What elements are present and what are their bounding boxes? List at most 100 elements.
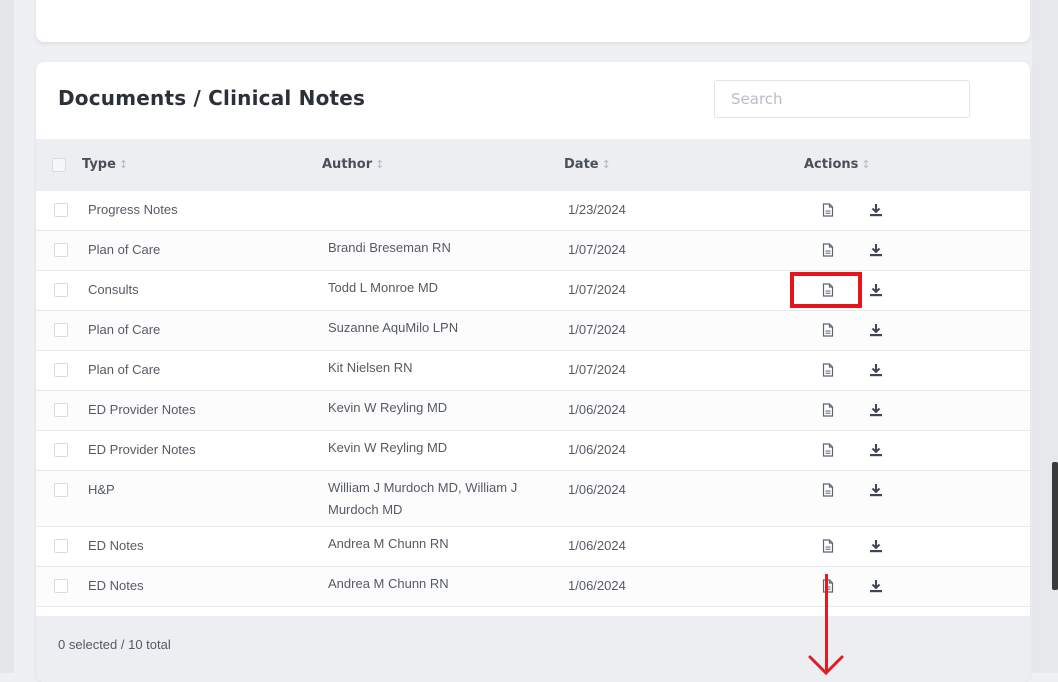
- download-icon: [869, 243, 883, 257]
- download-button[interactable]: [866, 360, 886, 380]
- cell-date: 1/06/2024: [568, 442, 626, 457]
- row-checkbox[interactable]: [54, 483, 68, 497]
- view-document-button[interactable]: [818, 200, 838, 220]
- row-checkbox[interactable]: [54, 579, 68, 593]
- download-button[interactable]: [866, 576, 886, 596]
- cell-date: 1/07/2024: [568, 242, 626, 257]
- cell-type: ED Notes: [88, 578, 144, 593]
- search-input[interactable]: [714, 80, 970, 118]
- cell-type: ED Provider Notes: [88, 442, 196, 457]
- download-button[interactable]: [866, 480, 886, 500]
- view-document-button[interactable]: [818, 576, 838, 596]
- cell-type: Consults: [88, 282, 139, 297]
- cell-date: 1/06/2024: [568, 402, 626, 417]
- document-icon: [822, 483, 834, 497]
- table-row[interactable]: ED Provider Notes Kevin W Reyling MD 1/06/…: [36, 431, 1030, 471]
- document-icon: [822, 579, 834, 593]
- document-icon: [822, 323, 834, 337]
- table-row[interactable]: ED Notes Andrea M Chunn RN 1/06/2024: [36, 567, 1030, 607]
- sort-icon: ↕: [118, 158, 129, 171]
- cell-author: Kit Nielsen RN: [328, 360, 413, 375]
- cell-date: 1/23/2024: [568, 202, 626, 217]
- cell-type: Plan of Care: [88, 362, 161, 377]
- document-icon: [822, 403, 834, 417]
- table-row[interactable]: Consults Todd L Monroe MD 1/07/2024: [36, 271, 1030, 311]
- view-document-button[interactable]: [818, 440, 838, 460]
- column-header-type[interactable]: Type ↕: [82, 157, 128, 172]
- table-row[interactable]: Progress Notes 1/23/2024: [36, 191, 1030, 231]
- download-icon: [869, 403, 883, 417]
- document-icon: [822, 443, 834, 457]
- cell-date: 1/06/2024: [568, 578, 626, 593]
- download-icon: [869, 483, 883, 497]
- download-button[interactable]: [866, 240, 886, 260]
- download-icon: [869, 283, 883, 297]
- download-button[interactable]: [866, 320, 886, 340]
- highlight-annotation: [790, 272, 862, 308]
- cell-author: Andrea M Chunn RN: [328, 576, 449, 591]
- table-row[interactable]: Plan of Care Suzanne AquMilo LPN 1/07/2024: [36, 311, 1030, 351]
- cell-type: Progress Notes: [88, 202, 178, 217]
- cell-type: ED Provider Notes: [88, 402, 196, 417]
- download-button[interactable]: [866, 280, 886, 300]
- download-button[interactable]: [866, 200, 886, 220]
- panel-title: Documents / Clinical Notes: [58, 86, 366, 110]
- select-all-checkbox[interactable]: [52, 158, 66, 172]
- documents-panel: Documents / Clinical Notes Type↕ Author↕…: [36, 62, 1030, 682]
- cell-date: 1/07/2024: [568, 362, 626, 377]
- column-header-actions[interactable]: Actions ↕: [804, 157, 871, 172]
- download-icon: [869, 443, 883, 457]
- table-row[interactable]: ED Notes Andrea M Chunn RN 1/06/2024: [36, 527, 1030, 567]
- table-row[interactable]: H&P William J Murdoch MD, William J Murdo…: [36, 471, 1030, 527]
- column-header-author[interactable]: Author ↕: [322, 157, 384, 172]
- download-icon: [869, 539, 883, 553]
- view-document-button[interactable]: [818, 360, 838, 380]
- sort-icon: ↕: [375, 158, 385, 171]
- cell-date: 1/06/2024: [568, 482, 626, 497]
- document-icon: [822, 203, 834, 217]
- selection-summary: 0 selected / 10 total: [58, 637, 171, 652]
- cell-author: Kevin W Reyling MD: [328, 400, 448, 415]
- download-icon: [869, 323, 883, 337]
- table-body: Progress Notes 1/23/2024 Plan of Care Brand…: [36, 191, 1030, 607]
- row-checkbox[interactable]: [54, 539, 68, 553]
- cell-date: 1/07/2024: [568, 282, 626, 297]
- right-edge: [1032, 0, 1058, 673]
- table-row[interactable]: Plan of Care Kit Nielsen RN 1/07/2024: [36, 351, 1030, 391]
- cell-author: William J Murdoch MD, William J Murdoch …: [328, 480, 518, 517]
- download-button[interactable]: [866, 440, 886, 460]
- view-document-button[interactable]: [818, 480, 838, 500]
- column-header-date[interactable]: Date ↕: [564, 157, 611, 172]
- cell-date: 1/07/2024: [568, 322, 626, 337]
- sort-icon: ↕: [861, 158, 871, 171]
- row-checkbox[interactable]: [54, 283, 68, 297]
- scrollbar-thumb[interactable]: [1052, 462, 1058, 590]
- download-button[interactable]: [866, 400, 886, 420]
- view-document-button[interactable]: [818, 320, 838, 340]
- row-checkbox[interactable]: [54, 323, 68, 337]
- document-icon: [822, 243, 834, 257]
- table-footer: 0 selected / 10 total: [36, 616, 1030, 682]
- left-edge: [0, 0, 14, 673]
- annotation-arrow-head: [808, 655, 844, 676]
- view-document-button[interactable]: [818, 240, 838, 260]
- download-icon: [869, 579, 883, 593]
- cell-author: Suzanne AquMilo LPN: [328, 320, 459, 335]
- table-row[interactable]: Plan of Care Brandi Breseman RN 1/07/2024: [36, 231, 1030, 271]
- cell-author: Todd L Monroe MD: [328, 280, 439, 295]
- row-checkbox[interactable]: [54, 363, 68, 377]
- download-icon: [869, 203, 883, 217]
- row-checkbox[interactable]: [54, 403, 68, 417]
- row-checkbox[interactable]: [54, 203, 68, 217]
- document-icon: [822, 363, 834, 377]
- view-document-button[interactable]: [818, 536, 838, 556]
- table-row[interactable]: ED Provider Notes Kevin W Reyling MD 1/06/…: [36, 391, 1030, 431]
- download-button[interactable]: [866, 536, 886, 556]
- view-document-button[interactable]: [818, 400, 838, 420]
- sort-icon: ↕: [601, 158, 611, 171]
- row-checkbox[interactable]: [54, 243, 68, 257]
- previous-card: [36, 0, 1030, 42]
- cell-type: Plan of Care: [88, 322, 161, 337]
- row-checkbox[interactable]: [54, 443, 68, 457]
- cell-type: Plan of Care: [88, 242, 161, 257]
